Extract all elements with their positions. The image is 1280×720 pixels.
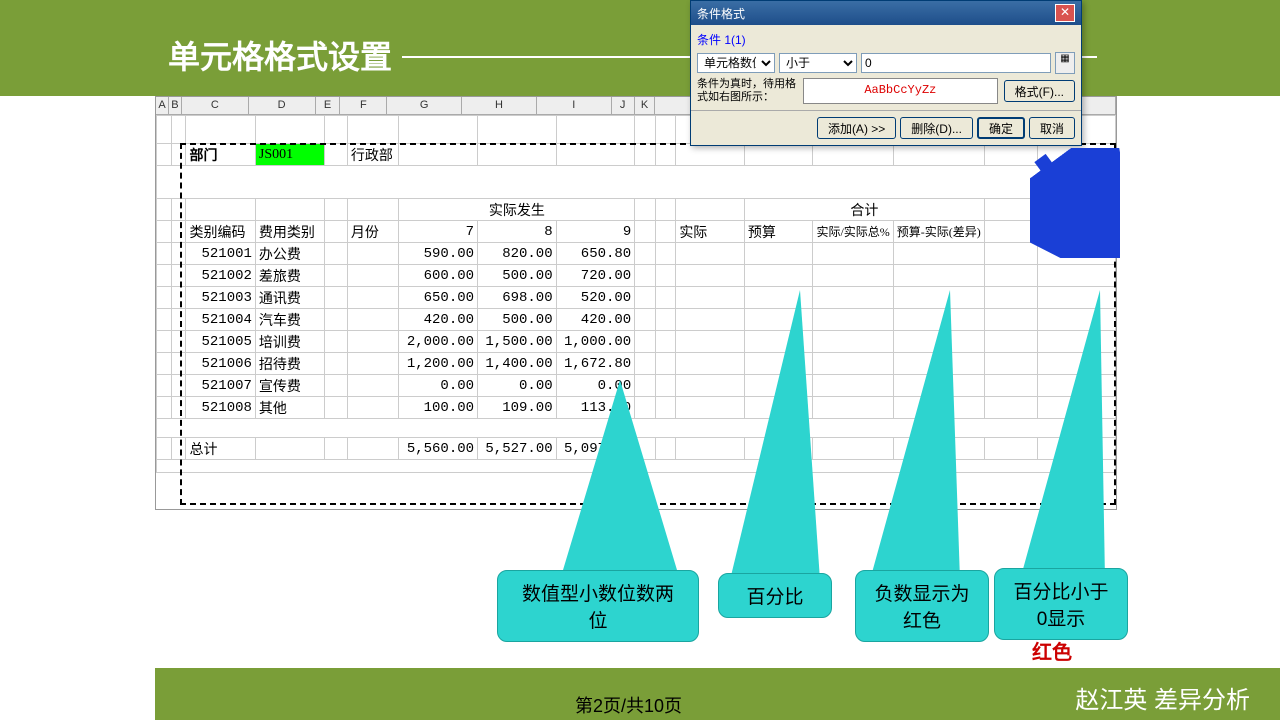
callout-pointer-3 [850,290,980,590]
hdr-budget: 预算 [744,221,813,243]
condition-label: 条件 1(1) [697,31,1075,48]
callout-pct-neg: 百分比小于0显示 [994,568,1128,640]
red-label: 红色 [1032,636,1072,665]
hdr-9: 9 [556,221,635,243]
hdr-code: 类别编码 [186,221,255,243]
operator-select[interactable]: 小于 [779,53,857,73]
hdr-month: 月份 [347,221,399,243]
callout-pointer-4 [990,290,1120,590]
section-actual: 实际发生 [399,199,635,221]
hdr-diff: 预算-实际(差异) [893,221,984,243]
value-input[interactable] [861,53,1051,73]
section-total: 合计 [744,199,984,221]
col-C: C [182,97,249,115]
callout-negative-red: 负数显示为红色 [855,570,989,642]
slide-title: 单元格格式设置 [168,32,392,78]
slide: 单元格格式设置 A B C D E F G H I J K L M N O P … [0,0,1280,720]
dialog-title: 条件格式 [697,5,745,22]
format-preview: AaBbCcYyZz [803,78,998,104]
dept-label: 部门 [186,144,255,166]
hint-text: 条件为真时，待用格式如右图所示： [697,78,797,104]
hdr-cat: 费用类别 [255,221,324,243]
col-H: H [462,97,537,115]
conditional-format-dialog: 条件格式 ✕ 条件 1(1) 单元格数值 小于 ▦ 条件为真时，待用格式如右图所… [690,0,1082,146]
cancel-button[interactable]: 取消 [1029,117,1075,139]
total-7: 5,560.00 [399,438,478,460]
ok-button[interactable]: 确定 [977,117,1025,139]
col-I: I [537,97,612,115]
range-picker-icon[interactable]: ▦ [1055,52,1075,74]
table-row: 521002差旅费600.00500.00720.00 [157,265,1116,287]
col-F: F [340,97,387,115]
dialog-titlebar: 条件格式 ✕ [691,1,1081,25]
total-label: 总计 [186,438,255,460]
col-E: E [316,97,341,115]
arrow-icon [1030,148,1120,258]
hdr-8: 8 [478,221,557,243]
condition-type-select[interactable]: 单元格数值 [697,53,775,73]
col-G: G [387,97,462,115]
footer-author: 赵江英 差异分析 [1075,680,1250,715]
callout-pointer-1 [520,380,720,590]
callout-percent: 百分比 [718,573,832,618]
callout-pointer-2 [710,290,840,590]
col-J: J [612,97,635,115]
col-A: A [156,97,169,115]
dept-code: JS001 [255,144,324,166]
big-number-1: 1 [400,510,419,549]
hdr-actual: 实际 [676,221,745,243]
col-B: B [169,97,182,115]
format-button[interactable]: 格式(F)... [1004,80,1075,102]
page-number: 第2页/共10页 [575,692,682,718]
dept-name: 行政部 [347,144,399,166]
col-K: K [635,97,656,115]
table-row: 521001办公费590.00820.00650.80 [157,243,1116,265]
close-icon[interactable]: ✕ [1055,4,1075,22]
add-button[interactable]: 添加(A) >> [817,117,896,139]
delete-button[interactable]: 删除(D)... [900,117,973,139]
col-D: D [249,97,316,115]
hdr-pct: 实际/实际总% [813,221,893,243]
callout-decimals: 数值型小数位数两位 [497,570,699,642]
hdr-7: 7 [399,221,478,243]
